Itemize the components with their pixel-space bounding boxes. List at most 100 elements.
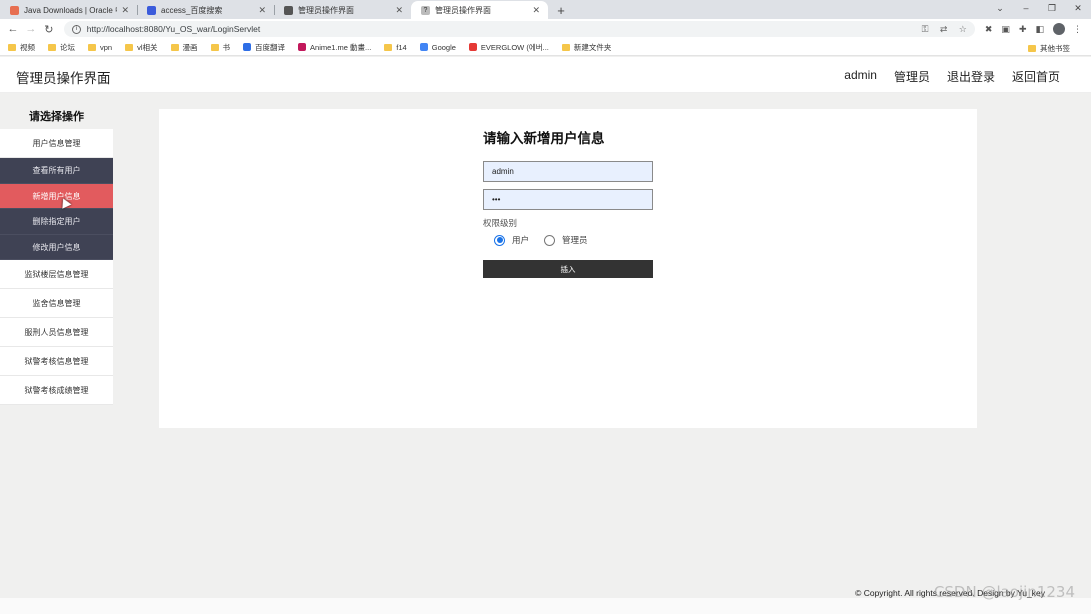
bookmark-item[interactable]: vl相关 — [125, 42, 158, 53]
bookmark-label: 新建文件夹 — [573, 42, 612, 52]
browser-tab[interactable]: Java Downloads | Oracle 中国 ✕ — [0, 1, 137, 19]
radio-admin-label[interactable]: 管理员 — [562, 234, 588, 246]
browser-tab-active[interactable]: ? 管理员操作界面 ✕ — [411, 1, 548, 19]
minimize-icon[interactable]: – — [1013, 0, 1039, 18]
main-panel: 请输入新增用户信息 admin ••• 权限级别 用户 管理员 插入 — [159, 109, 977, 428]
watermark-text: CSDN @laojin1234 — [933, 583, 1075, 601]
bookmark-item[interactable]: 视频 — [8, 42, 35, 53]
url-text[interactable]: http://localhost:8080/Yu_OS_war/LoginSer… — [87, 24, 913, 34]
close-icon[interactable]: ✕ — [121, 5, 129, 16]
sidebar-subitem-view-users[interactable]: 查看所有用户 — [0, 158, 113, 184]
bookmark-label: vl相关 — [137, 42, 158, 52]
nav-home[interactable]: 返回首页 — [1012, 68, 1060, 85]
bookmark-favicon-icon — [298, 43, 307, 51]
translate-icon[interactable]: ⇄ — [940, 24, 948, 34]
bookmark-item[interactable]: 书 — [210, 42, 230, 53]
close-icon[interactable]: ✕ — [395, 5, 403, 16]
restore-icon[interactable]: ❐ — [1039, 0, 1065, 18]
tab-search-icon[interactable]: ⌄ — [987, 0, 1013, 18]
footer-bar — [0, 598, 1091, 614]
sidebar-subitem-edit-user[interactable]: 修改用户信息 — [0, 234, 113, 260]
extension-icon[interactable]: ✖ — [985, 24, 993, 35]
page-favicon-icon: ? — [421, 5, 430, 15]
close-icon[interactable]: ✕ — [258, 5, 266, 16]
insert-button[interactable]: 插入 — [483, 260, 653, 278]
profile-avatar-icon[interactable] — [1053, 23, 1065, 35]
sidebar-subitem-add-user[interactable]: 新增用户信息 — [0, 183, 113, 209]
folder-icon — [88, 43, 96, 51]
tab-title: Java Downloads | Oracle 中国 — [24, 5, 117, 15]
bookmark-favicon-icon — [419, 43, 428, 51]
other-bookmarks[interactable]: 其他书签 — [1028, 43, 1070, 54]
star-icon[interactable]: ☆ — [959, 24, 967, 34]
nav-role[interactable]: 管理员 — [894, 68, 930, 85]
bookmark-item[interactable]: 漫画 — [170, 42, 198, 53]
bookmark-favicon-icon — [468, 43, 477, 51]
window-controls: ⌄ – ❐ ✕ — [987, 0, 1091, 18]
key-icon[interactable]: ⚿ — [922, 24, 929, 34]
page-title: 管理员操作界面 — [16, 71, 111, 86]
folder-icon — [170, 43, 179, 51]
username-input[interactable]: admin — [483, 161, 653, 182]
page-favicon-icon — [284, 5, 293, 15]
browser-tab[interactable]: 管理员操作界面 ✕ — [274, 1, 411, 19]
baidu-favicon-icon — [147, 5, 156, 15]
close-icon[interactable]: ✕ — [532, 5, 540, 16]
puzzle-icon[interactable]: ✚ — [1019, 24, 1027, 35]
password-input[interactable]: ••• — [483, 189, 653, 210]
oracle-favicon-icon — [10, 5, 19, 15]
browser-toolbar: ← → ↻ i http://localhost:8080/Yu_OS_war/… — [0, 19, 1091, 39]
folder-icon — [384, 43, 393, 51]
sidebar-item-guard-scores[interactable]: 狱警考核成绩管理 — [0, 376, 113, 405]
radio-admin[interactable] — [544, 234, 556, 246]
browser-tab-bar: Java Downloads | Oracle 中国 ✕ access_百度搜索… — [0, 0, 1091, 19]
permission-label: 权限级别 — [483, 218, 518, 228]
menu-icon[interactable]: ⋮ — [1073, 24, 1082, 35]
footer: © Copyright. All rights reserved. Design… — [0, 583, 1091, 614]
back-icon[interactable]: ← — [4, 23, 22, 35]
site-info-icon[interactable]: i — [71, 24, 81, 34]
bookmark-item[interactable]: Google — [419, 43, 456, 52]
bookmark-item[interactable]: Anime1.me 動畫... — [298, 42, 371, 53]
folder-icon — [48, 43, 56, 51]
radio-user-label[interactable]: 用户 — [512, 234, 529, 246]
reload-icon[interactable]: ↻ — [40, 23, 58, 36]
bookmark-label: Anime1.me 動畫... — [310, 42, 372, 52]
address-bar[interactable]: i http://localhost:8080/Yu_OS_war/LoginS… — [63, 21, 975, 37]
sidebar-item-user-management[interactable]: 用户信息管理 — [0, 129, 113, 158]
folder-icon — [210, 43, 219, 51]
sidebar-item-inmate-management[interactable]: 服刑人员信息管理 — [0, 318, 113, 347]
bookmark-label: 视频 — [20, 42, 35, 52]
bookmark-label: EVERGLOW (에버... — [480, 42, 549, 52]
bookmark-item[interactable]: 百度翻译 — [243, 42, 285, 53]
bookmark-label: 论坛 — [60, 42, 75, 52]
radio-user[interactable] — [494, 234, 505, 246]
folder-icon — [8, 43, 16, 51]
browser-tab[interactable]: access_百度搜索 ✕ — [137, 1, 274, 19]
bookmark-item[interactable]: EVERGLOW (에버... — [468, 42, 549, 53]
bookmark-label: f14 — [396, 42, 407, 52]
tab-title: access_百度搜索 — [161, 5, 223, 15]
sidebar-item-cell-management[interactable]: 监舍信息管理 — [0, 289, 113, 318]
bookmark-item[interactable]: vpn — [88, 43, 112, 52]
new-tab-button[interactable]: + — [552, 1, 570, 19]
sidepanel-icon[interactable]: ◧ — [1035, 24, 1044, 35]
permission-radio-group: 用户 管理员 — [494, 234, 653, 246]
bookmark-item[interactable]: 新建文件夹 — [561, 42, 612, 53]
bookmark-item[interactable]: 论坛 — [48, 42, 75, 53]
sidebar-subitem-delete-user[interactable]: 删除指定用户 — [0, 209, 113, 235]
close-window-icon[interactable]: ✕ — [1065, 0, 1091, 18]
sidebar-item-guard-assessment[interactable]: 狱警考核信息管理 — [0, 347, 113, 376]
tab-title: 管理员操作界面 — [435, 5, 491, 15]
folder-icon — [125, 43, 134, 51]
folder-icon — [561, 43, 570, 51]
sidebar-item-floor-management[interactable]: 监狱楼层信息管理 — [0, 260, 113, 289]
forward-icon[interactable]: → — [22, 23, 40, 35]
bookmark-item[interactable]: f14 — [384, 42, 407, 52]
form-title: 请输入新增用户信息 — [483, 131, 605, 146]
extension-icon[interactable]: ▣ — [1001, 24, 1010, 35]
bookmark-label: 漫画 — [182, 42, 198, 52]
bookmark-favicon-icon — [243, 43, 252, 51]
nav-logout[interactable]: 退出登录 — [947, 68, 995, 85]
nav-username[interactable]: admin — [844, 68, 877, 85]
